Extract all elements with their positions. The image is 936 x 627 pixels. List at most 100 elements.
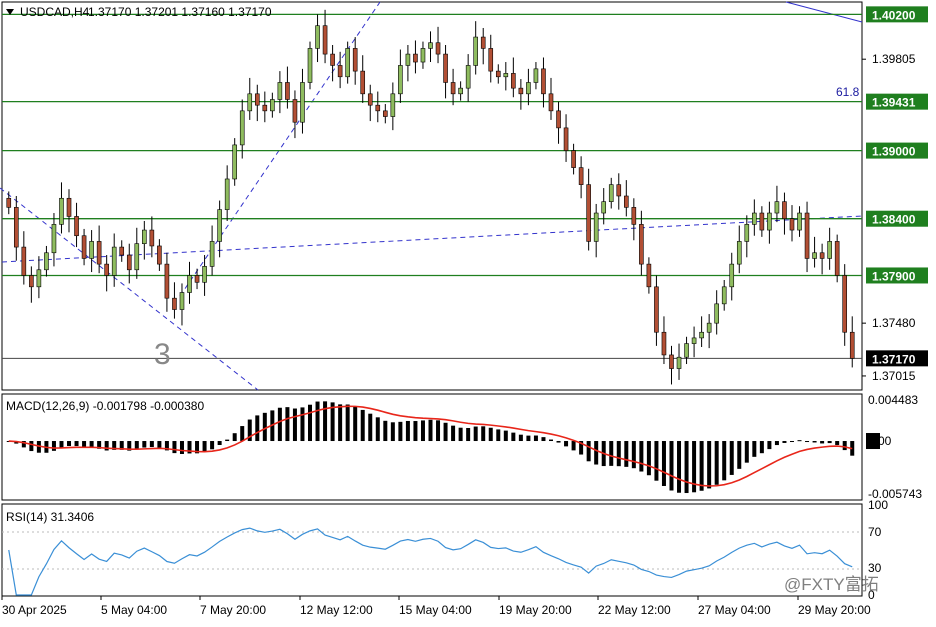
candle-body <box>247 93 253 112</box>
candle-body <box>849 331 855 359</box>
macd-bar <box>661 441 666 486</box>
candle-body <box>383 110 388 117</box>
macd-bar <box>225 439 230 442</box>
macd-bar <box>722 441 727 481</box>
x-tick-label: 7 May 20:00 <box>200 603 266 617</box>
candle-body <box>29 275 34 288</box>
candle-body <box>669 354 674 369</box>
candle-body <box>142 229 147 244</box>
candle-body <box>578 167 584 185</box>
candle-body <box>398 65 403 95</box>
candle-body <box>435 42 441 55</box>
ohlc-readout: 1.37170 1.37201 1.37160 1.37170 <box>88 5 272 19</box>
price-badge-label: 1.39431 <box>872 96 916 110</box>
candle-body <box>277 82 283 100</box>
candle-body <box>262 104 268 112</box>
candle-body <box>6 197 12 208</box>
candle <box>834 234 840 283</box>
x-tick-label: 29 May 20:00 <box>798 603 871 617</box>
macd-bar <box>639 441 644 472</box>
candle-body <box>458 87 463 95</box>
macd-bar <box>390 422 395 442</box>
candle-body <box>194 275 200 283</box>
candle-body <box>164 263 170 299</box>
rsi-panel <box>1 503 863 597</box>
price-badge-label: 1.37170 <box>872 352 916 366</box>
macd-bar <box>458 427 463 442</box>
candle-body <box>608 184 614 202</box>
candle-body <box>307 48 313 83</box>
macd-bar <box>338 404 343 442</box>
macd-bar <box>518 434 523 442</box>
macd-bar <box>714 441 719 485</box>
macd-bar <box>624 441 629 467</box>
macd-bar <box>428 419 433 442</box>
candle-body <box>119 246 125 256</box>
macd-bar <box>67 441 72 447</box>
candle-body <box>661 331 667 356</box>
candle-body <box>254 93 260 106</box>
candle-body <box>721 286 727 305</box>
macd-bar <box>436 420 441 442</box>
candle-body <box>676 356 682 369</box>
x-tick-label: 19 May 20:00 <box>499 603 572 617</box>
macd-bar <box>820 441 825 444</box>
candle-body <box>789 218 795 231</box>
candle-body <box>842 275 848 333</box>
candle-body <box>96 241 102 265</box>
macd-bar <box>729 441 734 475</box>
candle-body <box>744 224 750 242</box>
price-axis: 1.40200 1.39805 1.39431 1.39000 1.38400 1.379… <box>862 6 928 602</box>
macd-bar <box>684 441 689 494</box>
macd-bar <box>609 441 614 466</box>
macd-bar <box>752 441 757 457</box>
macd-bar <box>541 437 546 442</box>
candle-body <box>473 36 478 66</box>
candle-body <box>187 275 192 293</box>
candle-body <box>224 178 230 210</box>
macd-bar <box>827 441 832 444</box>
candle-body <box>270 99 275 112</box>
rsi-tick-label: 100 <box>868 498 888 512</box>
macd-bar <box>74 441 79 447</box>
candle-body <box>390 93 396 117</box>
candle-body <box>179 292 185 310</box>
macd-bar <box>835 441 840 445</box>
fib-label: 61.8 <box>836 85 860 99</box>
macd-bar <box>89 441 94 448</box>
macd-bar <box>812 441 817 443</box>
macd-bar <box>179 441 184 454</box>
candle-body <box>13 207 19 248</box>
candle-body <box>601 201 607 214</box>
x-tick-label: 15 May 04:00 <box>399 603 472 617</box>
candle-body <box>420 48 426 63</box>
candle-body <box>480 36 486 49</box>
candle-body <box>345 48 350 78</box>
macd-bar <box>353 406 358 442</box>
y-tick-label: 1.37480 <box>872 316 916 330</box>
x-tick-label: 12 May 12:00 <box>300 603 373 617</box>
macd-bar <box>405 420 410 442</box>
macd-bar <box>232 433 237 442</box>
candle-body <box>593 212 599 242</box>
x-tick-label: 30 Apr 2025 <box>2 603 67 617</box>
macd-bar <box>59 441 64 448</box>
candle-body <box>646 263 652 288</box>
macd-bar <box>669 441 674 491</box>
candle-body <box>767 212 772 231</box>
macd-bar <box>466 428 471 442</box>
candle-body <box>285 82 290 100</box>
candle-body <box>352 48 358 72</box>
candle-body <box>21 246 27 276</box>
candle <box>307 41 313 90</box>
macd-bar <box>451 425 456 442</box>
macd-bar <box>368 413 373 442</box>
candle-body <box>89 241 94 259</box>
macd-bar <box>759 441 764 454</box>
candle <box>232 138 237 186</box>
price-badge-label: 1.37900 <box>872 269 916 283</box>
macd-bar <box>594 441 599 465</box>
macd-bar <box>782 441 787 443</box>
macd-bar <box>255 415 260 442</box>
candle-body <box>774 201 780 214</box>
